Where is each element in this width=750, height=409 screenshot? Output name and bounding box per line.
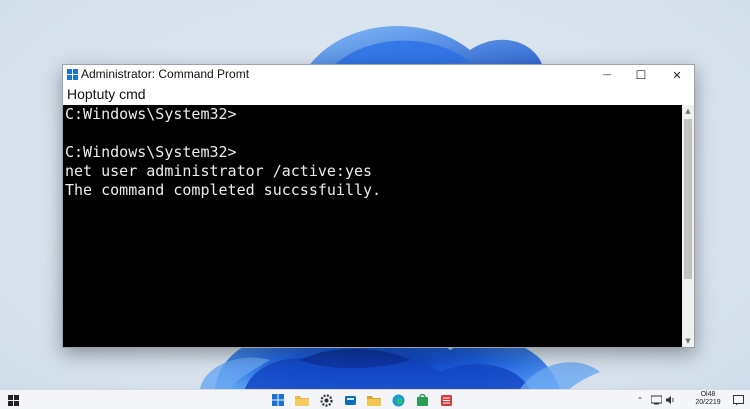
vertical-scrollbar[interactable]: ▲ ▼ [682,105,694,347]
console-line: C:Windows\System32> [65,143,237,161]
windows-icon[interactable] [270,392,286,408]
menu-label[interactable]: Hoptuty cmd [67,86,146,102]
close-icon: ✕ [672,68,682,82]
mail-icon[interactable] [438,392,454,408]
scroll-down-icon[interactable]: ▼ [682,335,694,347]
scroll-up-icon[interactable]: ▲ [682,105,694,117]
minimize-button[interactable]: — [590,65,624,85]
minimize-icon: — [602,70,612,80]
tray-time[interactable]: Ol48 [688,391,728,399]
notification-icon[interactable] [730,392,746,408]
taskbar: ⌃ Ol48 20/2219 [0,389,750,409]
windows-logo-icon [67,69,78,80]
scroll-thumb[interactable] [684,119,692,279]
volume-icon[interactable] [662,392,678,408]
console-line: net user administrator /active:yes [65,162,373,180]
maximize-icon: ☐ [635,68,647,82]
settings-icon[interactable] [318,392,334,408]
desktop: Administrator: Command Promt — ☐ ✕ Hoptu… [0,0,750,409]
console-output[interactable]: C:Windows\System32> C:Windows\System32> … [63,105,682,347]
console-line: C:Windows\System32> [65,105,237,123]
store-icon[interactable] [414,392,430,408]
edge-browser-icon[interactable] [342,392,358,408]
file-explorer-icon[interactable] [294,392,310,408]
edge-icon[interactable] [390,392,406,408]
tray-date[interactable]: 20/2219 [688,399,728,407]
maximize-button[interactable]: ☐ [624,65,658,85]
start-icon[interactable] [5,392,21,408]
title-bar[interactable]: Administrator: Command Promt — ☐ ✕ [63,65,694,85]
console-line: The command completed succssfuilly. [65,181,382,199]
close-button[interactable]: ✕ [660,65,694,85]
folder-icon[interactable] [366,392,382,408]
command-prompt-window: Administrator: Command Promt — ☐ ✕ Hoptu… [62,64,695,348]
window-title: Administrator: Command Promt [81,67,250,81]
menu-bar: Hoptuty cmd [63,85,694,105]
chevron-up-icon[interactable]: ⌃ [632,392,648,408]
